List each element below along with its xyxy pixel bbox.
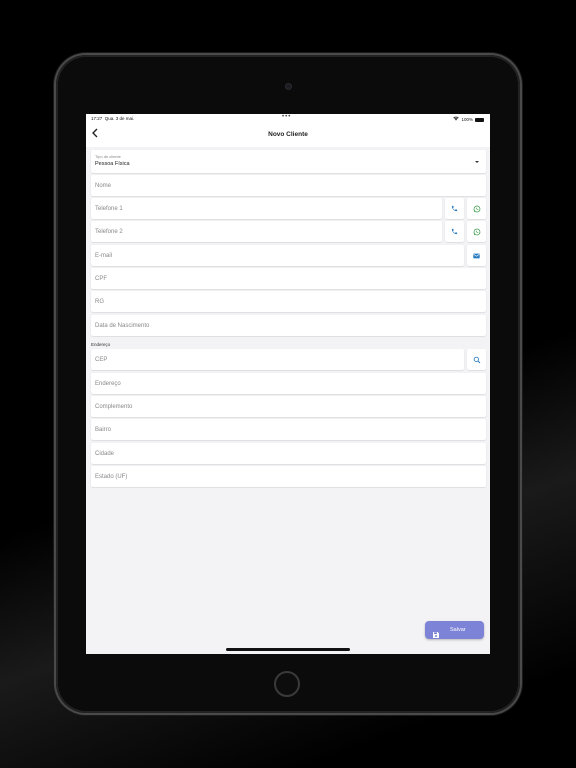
search-cep-button[interactable]	[467, 349, 486, 370]
email-input[interactable]: E-mail	[91, 245, 464, 266]
cep-placeholder: CEP	[95, 357, 108, 363]
phone-icon	[451, 205, 458, 212]
whatsapp-icon	[473, 228, 480, 235]
save-button-label: Salvar	[450, 627, 466, 633]
navigation-bar: Novo Cliente	[86, 123, 490, 147]
cidade-placeholder: Cidade	[95, 451, 115, 457]
rg-input[interactable]: RG	[91, 291, 486, 312]
whatsapp-icon	[473, 205, 480, 212]
complemento-placeholder: Complemento	[95, 404, 133, 410]
camera-icon	[286, 84, 291, 89]
home-button[interactable]	[274, 671, 300, 697]
status-right: 100%	[453, 116, 484, 123]
estado-input[interactable]: Estado (UF)	[91, 466, 486, 487]
complemento-input[interactable]: Complemento	[91, 396, 486, 417]
call-telefone2-button[interactable]	[445, 221, 464, 242]
cpf-placeholder: CPF	[95, 276, 107, 282]
endereco-placeholder: Endereço	[95, 381, 121, 387]
mail-icon	[473, 253, 480, 258]
nome-input[interactable]: Nome	[91, 175, 486, 196]
battery-percentage: 100%	[461, 117, 473, 122]
data-nascimento-input[interactable]: Data de Nascimento	[91, 315, 486, 336]
status-date: Qua. 3 de mai.	[104, 116, 135, 121]
save-button[interactable]: Salvar	[425, 621, 484, 639]
bairro-placeholder: Bairro	[95, 427, 112, 433]
search-icon	[473, 356, 480, 363]
client-type-label: Tipo de cliente	[95, 154, 121, 159]
cep-input[interactable]: CEP	[91, 349, 464, 370]
telefone1-placeholder: Telefone 1	[95, 206, 123, 212]
whatsapp-telefone1-button[interactable]	[467, 198, 486, 219]
phone-icon	[451, 228, 458, 235]
battery-icon	[475, 117, 484, 122]
bairro-input[interactable]: Bairro	[91, 419, 486, 440]
data-nascimento-placeholder: Data de Nascimento	[95, 323, 150, 329]
email-placeholder: E-mail	[95, 253, 113, 259]
page-title: Novo Cliente	[268, 131, 308, 138]
send-email-button[interactable]	[467, 245, 486, 266]
rg-placeholder: RG	[95, 299, 104, 305]
cidade-input[interactable]: Cidade	[91, 443, 486, 464]
floppy-disk-icon	[432, 626, 440, 644]
app-screen: 17:27 Qua. 3 de mai. ••• 100% Novo Clien…	[86, 114, 490, 654]
nome-placeholder: Nome	[95, 183, 112, 189]
caret-down-icon	[475, 161, 479, 163]
telefone1-input[interactable]: Telefone 1	[91, 198, 442, 219]
status-time: 17:27	[91, 116, 103, 121]
telefone2-input[interactable]: Telefone 2	[91, 221, 442, 242]
multitask-dots[interactable]: •••	[282, 114, 291, 120]
telefone2-placeholder: Telefone 2	[95, 229, 123, 235]
client-type-select[interactable]: Tipo de cliente Pessoa Física	[91, 150, 486, 173]
address-section-label: Endereço	[91, 342, 111, 347]
home-indicator[interactable]	[226, 648, 350, 651]
status-bar: 17:27 Qua. 3 de mai. ••• 100%	[86, 114, 490, 123]
call-telefone1-button[interactable]	[445, 198, 464, 219]
wifi-icon	[453, 116, 460, 123]
endereco-input[interactable]: Endereço	[91, 373, 486, 394]
client-type-value: Pessoa Física	[95, 161, 130, 167]
status-time-date: 17:27 Qua. 3 de mai.	[91, 116, 134, 121]
whatsapp-telefone2-button[interactable]	[467, 221, 486, 242]
estado-placeholder: Estado (UF)	[95, 474, 128, 480]
cpf-input[interactable]: CPF	[91, 268, 486, 289]
